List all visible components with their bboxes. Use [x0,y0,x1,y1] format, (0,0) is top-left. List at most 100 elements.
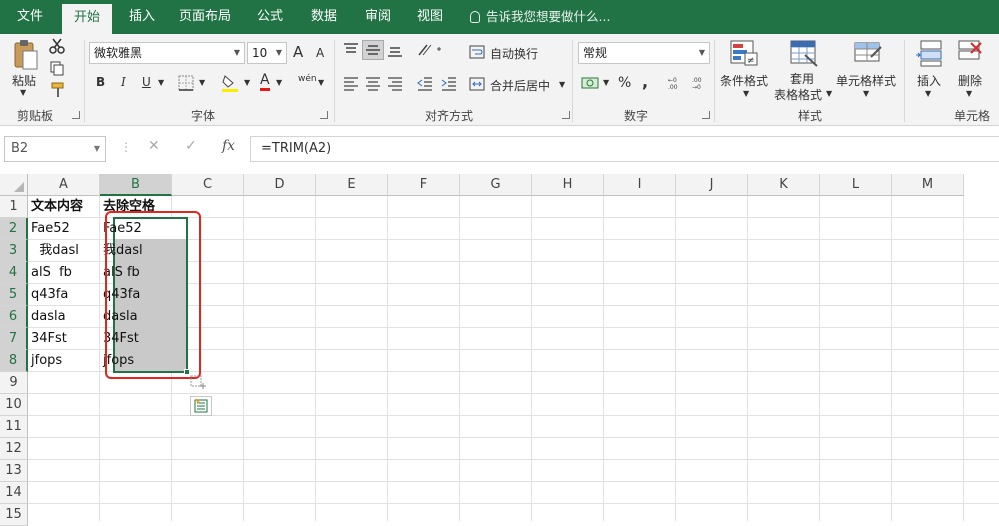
row-header-8[interactable]: 8 [0,350,28,372]
font-color-dropdown-icon[interactable]: ▼ [276,78,282,87]
row-header-13[interactable]: 13 [0,460,28,482]
cell-styles-button[interactable]: 单元格样式 [836,72,896,89]
grow-font-button[interactable]: A [293,43,303,61]
align-middle-icon[interactable] [362,40,384,60]
merge-center-icon[interactable] [468,76,486,92]
column-header-j[interactable]: J [676,174,748,196]
underline-button[interactable]: U [142,75,151,89]
column-header-m[interactable]: M [892,174,964,196]
font-color-button[interactable]: A [260,72,270,91]
column-header-c[interactable]: C [172,174,244,196]
column-header-h[interactable]: H [532,174,604,196]
paste-button[interactable]: 粘贴 [12,72,36,89]
format-as-table-icon[interactable] [788,38,820,68]
cell-a8[interactable]: jfops [28,350,100,372]
delete-dropdown-icon[interactable]: ▼ [966,89,972,98]
bold-button[interactable]: B [96,75,105,89]
merge-center-button[interactable]: 合并后居中 [490,77,550,94]
tab-formulas[interactable]: 公式 [250,0,290,34]
number-launcher-icon[interactable] [702,111,710,119]
tab-home[interactable]: 开始 [62,4,112,34]
tell-me-box[interactable]: 告诉我您想要做什么... [470,0,610,34]
format-as-table-top[interactable]: 套用 [790,70,814,87]
row-header-3[interactable]: 3 [0,240,28,262]
row-header-1[interactable]: 1 [0,196,28,218]
font-name-select[interactable]: 微软雅黑 ▼ [89,42,245,64]
row-header-14[interactable]: 14 [0,482,28,504]
merge-dropdown-icon[interactable]: ▼ [559,80,565,89]
insert-button[interactable]: 插入 [917,72,941,89]
currency-icon[interactable] [580,74,600,92]
tab-data[interactable]: 数据 [304,0,344,34]
conditional-dropdown-icon[interactable]: ▼ [743,89,749,98]
row-header-7[interactable]: 7 [0,328,28,350]
cell-a7[interactable]: 34Fst [28,328,100,350]
formula-input[interactable]: =TRIM(A2) [250,136,999,162]
italic-button[interactable]: I [121,75,126,89]
cell-a4[interactable]: alS fb [28,262,100,284]
column-header-l[interactable]: L [820,174,892,196]
cell-styles-dropdown-icon[interactable]: ▼ [863,89,869,98]
conditional-formatting-button[interactable]: 条件格式 [720,72,768,89]
cell-a2[interactable]: Fae52 [28,218,100,240]
tab-view[interactable]: 视图 [410,0,450,34]
column-header-e[interactable]: E [316,174,388,196]
clipboard-launcher-icon[interactable] [72,111,80,119]
percent-button[interactable]: % [618,75,631,91]
align-bottom-icon[interactable] [386,42,404,58]
cell-a1[interactable]: 文本内容 [28,196,100,218]
row-header-6[interactable]: 6 [0,306,28,328]
column-header-k[interactable]: K [748,174,820,196]
wrap-text-icon[interactable] [468,44,486,60]
cut-icon[interactable] [48,38,66,54]
increase-decimal-icon[interactable]: ←0.00 [666,74,686,92]
tab-insert[interactable]: 插入 [122,0,162,34]
insert-cells-icon[interactable] [914,38,944,68]
increase-indent-icon[interactable] [440,76,458,92]
row-header-5[interactable]: 5 [0,284,28,306]
tab-file[interactable]: 文件 [10,0,50,34]
tab-review[interactable]: 审阅 [358,0,398,34]
tab-page-layout[interactable]: 页面布局 [174,0,236,34]
enter-icon[interactable]: ✓ [185,138,197,154]
align-left-icon[interactable] [342,76,360,92]
currency-dropdown-icon[interactable]: ▼ [603,78,609,87]
conditional-formatting-icon[interactable]: ≠ [728,38,760,68]
decrease-indent-icon[interactable] [416,76,434,92]
delete-cells-icon[interactable] [956,38,986,68]
select-all-corner[interactable] [0,174,28,196]
borders-icon[interactable] [176,74,196,92]
row-header-10[interactable]: 10 [0,394,28,416]
quick-analysis-icon[interactable] [190,396,212,416]
row-header-11[interactable]: 11 [0,416,28,438]
decrease-decimal-icon[interactable]: .00 →0 [690,74,710,92]
font-launcher-icon[interactable] [320,111,328,119]
phonetic-button[interactable]: wén [298,74,317,84]
row-header-2[interactable]: 2 [0,218,28,240]
cell-styles-icon[interactable] [852,38,884,68]
underline-dropdown-icon[interactable]: ▼ [158,78,164,87]
number-format-select[interactable]: 常规 ▼ [578,42,710,64]
column-header-i[interactable]: I [604,174,676,196]
paste-options-icon[interactable] [189,374,211,394]
insert-dropdown-icon[interactable]: ▼ [925,89,931,98]
delete-button[interactable]: 删除 [958,72,982,89]
cell-a5[interactable]: q43fa [28,284,100,306]
fill-color-dropdown-icon[interactable]: ▼ [244,78,250,87]
format-painter-icon[interactable] [48,82,66,98]
cell-a3[interactable]: 我dasl [28,240,100,262]
orientation-icon[interactable] [416,42,444,58]
paste-icon[interactable] [12,38,40,72]
column-header-g[interactable]: G [460,174,532,196]
name-box[interactable]: B2 ▼ [4,136,106,162]
align-center-icon[interactable] [364,76,382,92]
fill-color-icon[interactable] [220,72,240,94]
row-header-4[interactable]: 4 [0,262,28,284]
paste-dropdown-icon[interactable]: ▼ [20,88,26,97]
insert-function-icon[interactable]: fx [222,138,235,154]
shrink-font-button[interactable]: A [316,46,324,60]
row-header-15[interactable]: 15 [0,504,28,526]
format-as-table-bottom[interactable]: 表格格式 [774,86,822,103]
align-top-icon[interactable] [342,42,360,58]
cell-a6[interactable]: dasla [28,306,100,328]
